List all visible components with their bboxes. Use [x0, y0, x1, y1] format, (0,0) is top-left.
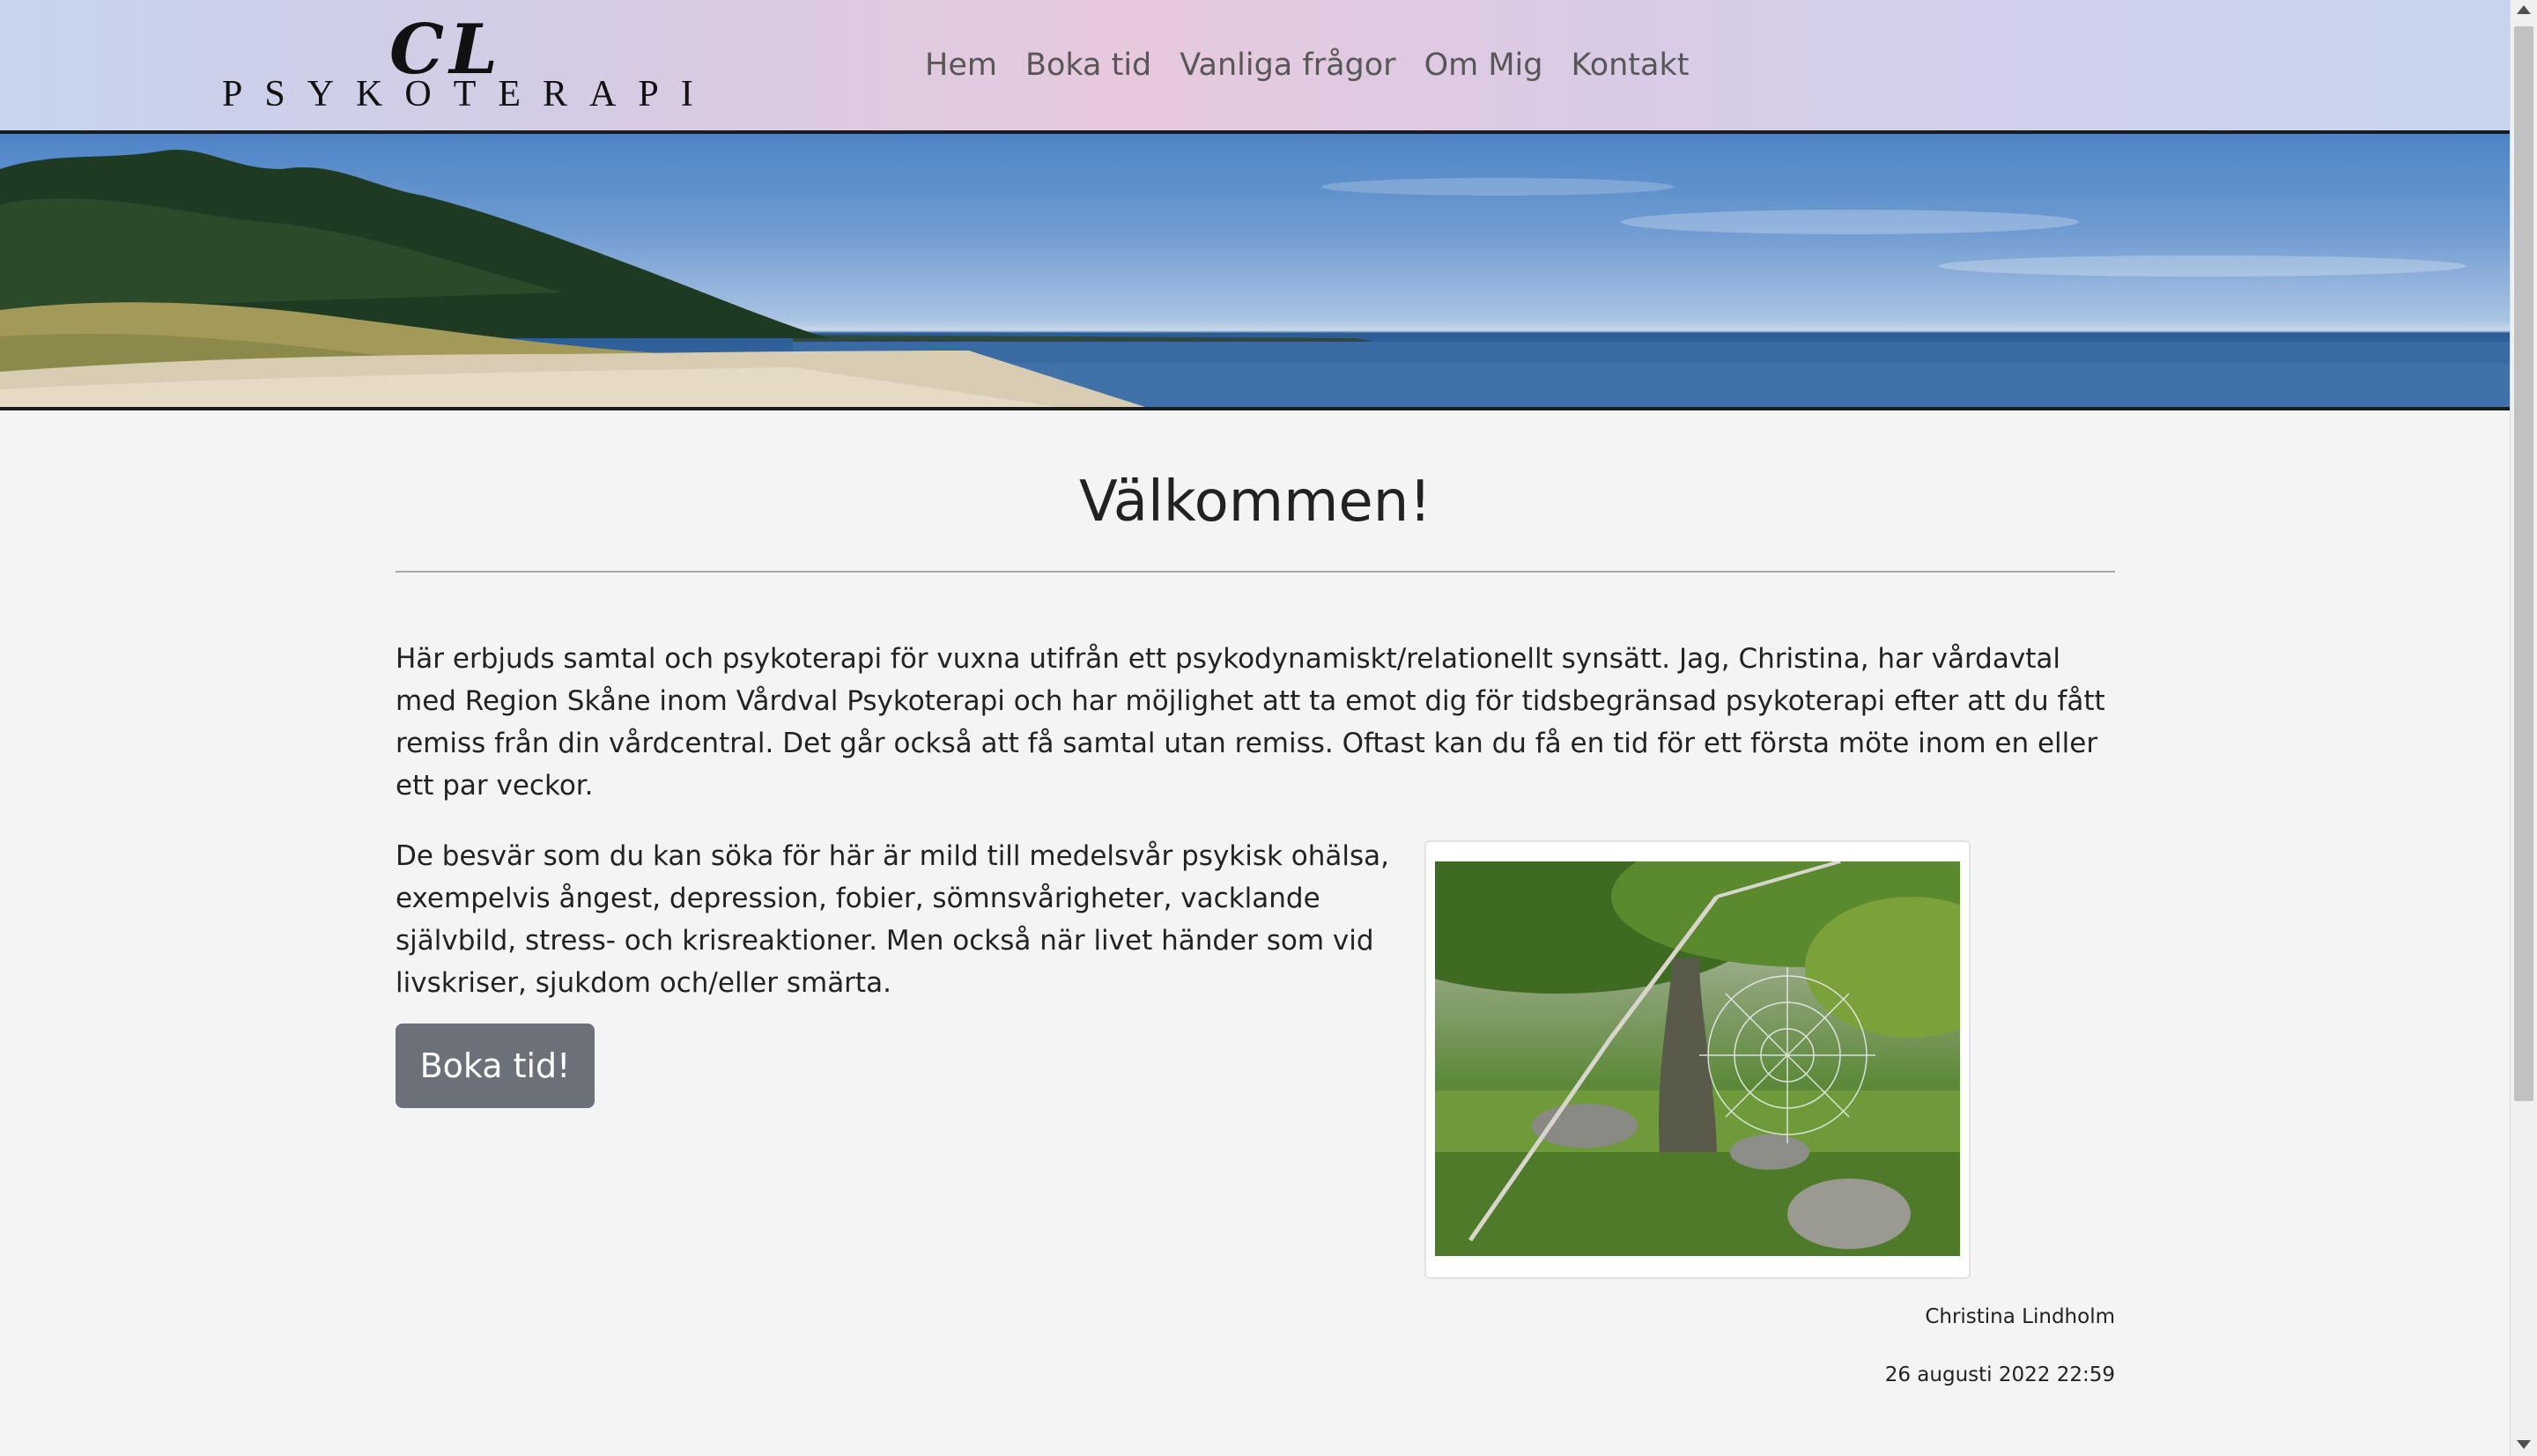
publish-datetime: 26 augusti 2022 22:59	[1884, 1364, 2115, 1386]
vertical-scrollbar[interactable]	[2510, 0, 2537, 1456]
nav-item-kontakt[interactable]: Kontakt	[1571, 41, 1689, 90]
nav-item-vanliga-fragor[interactable]: Vanliga frågor	[1180, 41, 1395, 90]
site-header: CL PSYKOTERAPI Hem Boka tid Vanliga fråg…	[0, 0, 2511, 134]
author-name: Christina Lindholm	[1925, 1305, 2115, 1328]
nav-item-boka-tid[interactable]: Boka tid	[1025, 41, 1151, 90]
nav-item-hem[interactable]: Hem	[925, 41, 997, 90]
page-title: Välkommen!	[1078, 469, 1432, 535]
main-nav: Hem Boka tid Vanliga frågor Om Mig Konta…	[925, 41, 1689, 90]
hero-banner-image	[0, 134, 2511, 410]
site-logo[interactable]: CL PSYKOTERAPI	[222, 16, 693, 115]
photo-illustration	[1435, 861, 1960, 1256]
scrollbar-thumb[interactable]	[2514, 26, 2533, 1101]
scroll-up-arrow-icon[interactable]	[2517, 5, 2531, 14]
beach-panorama	[0, 149, 2511, 407]
conditions-paragraph: De besvär som du kan söka för här är mil…	[396, 840, 1390, 999]
boka-tid-button[interactable]: Boka tid!	[396, 1024, 595, 1108]
nav-item-om-mig[interactable]: Om Mig	[1424, 41, 1543, 90]
spiderweb-tree-photo	[1435, 861, 1960, 1256]
scroll-down-arrow-icon[interactable]	[2517, 1440, 2531, 1449]
photo-card	[1424, 840, 1971, 1279]
title-divider	[396, 571, 2115, 573]
intro-paragraph: Här erbjuds samtal och psykoterapi för v…	[396, 643, 2105, 802]
logo-text: PSYKOTERAPI	[222, 74, 715, 115]
